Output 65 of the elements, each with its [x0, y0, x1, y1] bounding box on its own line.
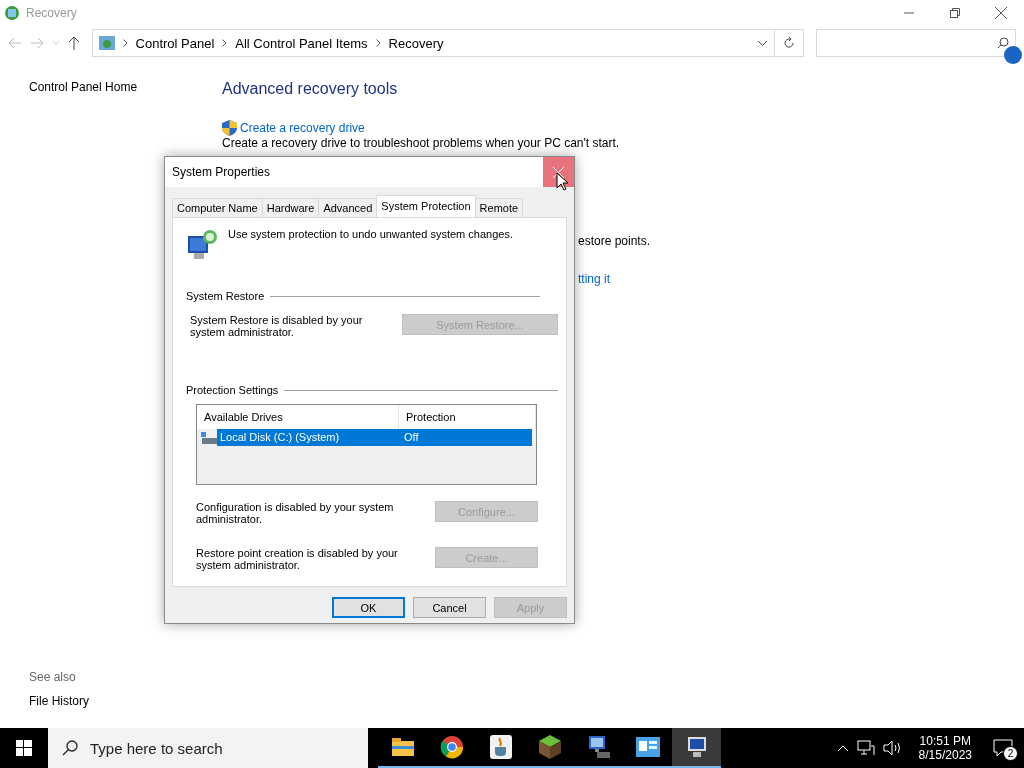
breadcrumb[interactable]: Control Panel: [135, 35, 215, 51]
recovery-icon: [4, 5, 20, 21]
folder-icon: [391, 738, 414, 756]
status-text: System Restore is disabled by your system administrator.: [190, 314, 364, 338]
dialog-title: System Properties: [172, 165, 271, 179]
description-text: Create a recovery drive to troubleshoot problems when your PC can't start.: [222, 136, 621, 150]
refresh-icon: [782, 37, 795, 49]
sidebar-link[interactable]: Control Panel Home: [29, 80, 222, 94]
control-panel-icon: [98, 35, 115, 51]
link-text[interactable]: tting it: [578, 272, 1024, 286]
chevron-icon: [375, 39, 381, 47]
search-field[interactable]: [815, 29, 1016, 57]
close-icon: [995, 7, 1007, 19]
up-arrow-icon[interactable]: [67, 36, 80, 50]
address-bar[interactable]: Control Panel All Control Panel Items Recovery: [91, 29, 776, 57]
cup-icon: [489, 735, 512, 759]
table-cell[interactable]: Local Disk (C:) (System): [217, 429, 401, 446]
dialog-button[interactable]: Cancel: [413, 597, 486, 618]
description-text: estore points.: [578, 234, 652, 248]
dropdown-icon[interactable]: [757, 39, 769, 47]
group-title: Protection Settings: [186, 384, 279, 396]
status-text: Configuration is disabled by your system administrator.: [196, 501, 395, 525]
tab[interactable]: System Protection: [376, 195, 476, 217]
drive-icon: [201, 430, 217, 445]
see-also-heading: See also: [29, 670, 77, 684]
block-icon: [538, 735, 561, 759]
chevron-icon: [122, 39, 128, 47]
breadcrumb[interactable]: All Control Panel Items: [235, 35, 368, 51]
windows-logo-icon: [16, 740, 32, 756]
status-text: Restore point creation is disabled by your system administrator.: [196, 547, 399, 571]
chevron-icon: [222, 39, 228, 47]
taskbar-app[interactable]: [672, 728, 721, 768]
notification-button[interactable]: 2: [988, 733, 1018, 763]
breadcrumb[interactable]: Recovery: [388, 35, 444, 51]
recovery-drive-link[interactable]: Create a recovery drive: [240, 121, 365, 135]
chevron-up-icon[interactable]: [836, 744, 849, 752]
dialog-button[interactable]: OK: [332, 597, 405, 618]
computer-restore-icon: [186, 228, 218, 260]
clock-date[interactable]: 8/15/2023: [918, 748, 972, 762]
window-title: Recovery: [26, 6, 77, 20]
monitor-icon: [586, 735, 611, 759]
browser-icon: [439, 735, 464, 759]
speech-bubble-icon: [993, 739, 1013, 757]
network-icon[interactable]: [856, 740, 875, 756]
restore-icon: [950, 8, 960, 18]
taskbar-search-field[interactable]: Type here to search: [48, 728, 368, 768]
refresh-button[interactable]: [774, 29, 804, 57]
search-placeholder: Type here to search: [90, 739, 223, 757]
notification-count: 2: [1003, 746, 1018, 761]
search-icon: [997, 37, 1009, 49]
shield-icon: [222, 120, 237, 136]
search-icon: [62, 740, 78, 756]
clock-time[interactable]: 10:51 PM: [919, 734, 971, 748]
tab[interactable]: Remote: [474, 198, 524, 217]
tab[interactable]: Computer Name: [172, 198, 263, 217]
sidebar-link[interactable]: File History: [29, 694, 222, 708]
intro-text: Use system protection to undo unwanted system changes.: [228, 228, 513, 240]
help-icon[interactable]: [1004, 46, 1022, 64]
volume-icon[interactable]: [882, 740, 903, 756]
close-icon: [553, 166, 564, 178]
section-heading: Advanced recovery tools: [222, 80, 399, 98]
table-cell[interactable]: Off: [401, 429, 532, 446]
group-title: System Restore: [186, 290, 265, 302]
control-panel-icon: [635, 737, 660, 757]
mouse-pointer-icon: [556, 172, 568, 191]
